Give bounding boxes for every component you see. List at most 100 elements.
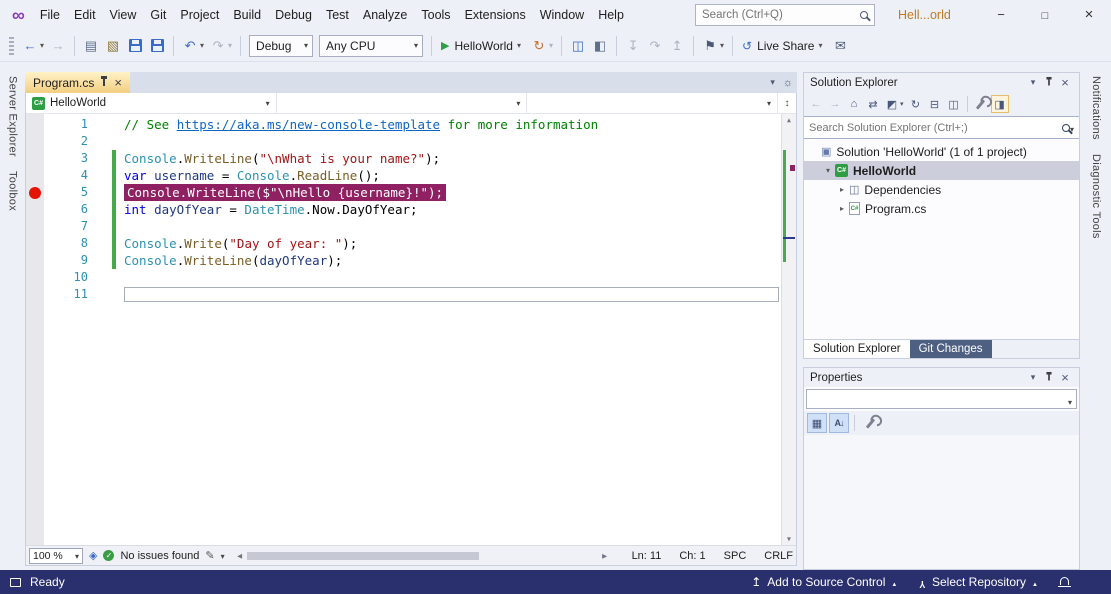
expander-icon[interactable]: ▸	[836, 185, 848, 194]
editor-settings-icon[interactable]	[783, 77, 793, 89]
menu-project[interactable]: Project	[173, 0, 226, 30]
window-menu-icon[interactable]	[1025, 77, 1041, 88]
glyph-margin-cell[interactable]	[26, 167, 44, 184]
notifications-bell-icon[interactable]	[1060, 575, 1069, 589]
tool-tab-toolbox[interactable]: Toolbox	[7, 171, 19, 211]
start-debugging-button[interactable]: ▶HelloWorld▾	[441, 39, 524, 53]
suggestion-pencil-icon[interactable]	[205, 549, 214, 562]
glyph-margin-cell[interactable]	[26, 201, 44, 218]
code-line-8[interactable]: 8Console.Write("Day of year: ");	[26, 235, 796, 252]
collapse-all-icon[interactable]: ⊟	[926, 95, 944, 113]
expander-icon[interactable]: ▾	[822, 166, 834, 175]
feedback-icon[interactable]: ✉	[830, 35, 850, 57]
solution-explorer-search-input[interactable]	[809, 122, 1058, 134]
zoom-dropdown[interactable]: 100 %	[29, 548, 83, 564]
undo-caret[interactable]: ▾	[200, 41, 204, 50]
code-text[interactable]: int dayOfYear = DateTime.Now.DayOfYear;	[124, 201, 779, 218]
line-ending-indicator[interactable]: CRLF	[764, 550, 793, 562]
glyph-margin-cell[interactable]	[26, 116, 44, 133]
code-text[interactable]: var username = Console.ReadLine();	[124, 167, 779, 184]
nav-back-icon[interactable]: ←	[20, 35, 40, 57]
tool-tab-notifications[interactable]: Notifications	[1090, 76, 1102, 140]
glyph-margin-cell[interactable]	[26, 269, 44, 286]
bookmark-caret[interactable]: ▾	[720, 41, 724, 50]
menu-tools[interactable]: Tools	[414, 0, 457, 30]
code-line-10[interactable]: 10	[26, 269, 796, 286]
code-text[interactable]	[124, 218, 779, 235]
show-all-files-icon[interactable]: ◫	[945, 95, 963, 113]
code-text[interactable]: Console.WriteLine("\nWhat is your name?"…	[124, 150, 779, 167]
tree-item-program-cs[interactable]: ▸C#Program.cs	[804, 199, 1079, 218]
pin-icon[interactable]	[1041, 78, 1057, 88]
tree-item-dependencies[interactable]: ▸◫Dependencies	[804, 180, 1079, 199]
redo-caret[interactable]: ▾	[228, 41, 232, 50]
solution-configurations-dropdown[interactable]: Debug▾	[249, 35, 313, 57]
menu-view[interactable]: View	[103, 0, 144, 30]
scroll-right-icon[interactable]	[600, 549, 610, 563]
step-over-icon[interactable]: ↷	[645, 35, 665, 57]
new-file-icon[interactable]: ▤	[81, 35, 101, 57]
menu-git[interactable]: Git	[143, 0, 173, 30]
tool-tab-diagnostic-tools[interactable]: Diagnostic Tools	[1090, 154, 1102, 239]
hot-reload-icon[interactable]: ↻	[529, 35, 549, 57]
code-line-4[interactable]: 4var username = Console.ReadLine();	[26, 167, 796, 184]
code-text[interactable]: // See https://aka.ms/new-console-templa…	[124, 116, 779, 133]
code-line-9[interactable]: 9Console.WriteLine(dayOfYear);	[26, 252, 796, 269]
background-tasks-icon[interactable]	[10, 578, 21, 587]
window-layout-icon[interactable]: ◧	[590, 35, 610, 57]
hot-reload-caret[interactable]: ▾	[549, 41, 553, 50]
scroll-left-icon[interactable]	[235, 549, 245, 563]
close-icon[interactable]	[1057, 75, 1073, 90]
code-editor[interactable]: 1// See https://aka.ms/new-console-templ…	[26, 114, 796, 545]
glyph-margin-cell[interactable]	[26, 218, 44, 235]
property-pages-icon[interactable]	[860, 413, 880, 433]
code-line-5[interactable]: 5Console.WriteLine($"\nHello {username}!…	[26, 184, 796, 201]
step-into-icon[interactable]: ↧	[623, 35, 643, 57]
live-preview-icon[interactable]: ◫	[568, 35, 588, 57]
scroll-down-icon[interactable]	[782, 535, 796, 543]
type-dropdown[interactable]	[277, 93, 528, 113]
menu-help[interactable]: Help	[591, 0, 631, 30]
solution-platforms-dropdown[interactable]: Any CPU▾	[319, 35, 423, 57]
indentation-indicator[interactable]: SPC	[724, 550, 747, 562]
properties-icon[interactable]	[972, 95, 990, 113]
undo-icon[interactable]: ↶	[180, 35, 200, 57]
tree-item-solution-helloworld-1-of-1-project[interactable]: ▣Solution 'HelloWorld' (1 of 1 project)	[804, 142, 1079, 161]
tab-program-cs[interactable]: Program.cs	[25, 72, 130, 93]
window-menu-icon[interactable]	[1025, 372, 1041, 383]
menu-debug[interactable]: Debug	[268, 0, 319, 30]
select-repository-button[interactable]: Select Repository	[919, 575, 1038, 589]
close-button[interactable]	[1067, 0, 1111, 30]
solution-explorer-search-box[interactable]	[804, 116, 1079, 139]
alphabetical-icon[interactable]: A↓	[829, 413, 849, 433]
glyph-margin-cell[interactable]	[26, 184, 44, 201]
menu-extensions[interactable]: Extensions	[458, 0, 533, 30]
quick-search-input[interactable]	[702, 9, 856, 21]
save-all-icon[interactable]	[147, 35, 167, 57]
solution-explorer-title-bar[interactable]: Solution Explorer	[804, 73, 1079, 92]
tool-tab-server-explorer[interactable]: Server Explorer	[7, 76, 19, 157]
home-icon[interactable]: ⌂	[845, 95, 863, 113]
code-text[interactable]	[124, 269, 779, 286]
code-line-11[interactable]: 11	[26, 286, 796, 303]
project-dropdown[interactable]: HelloWorld	[26, 93, 277, 113]
properties-title-bar[interactable]: Properties	[804, 368, 1079, 387]
panel-tab-solution-explorer[interactable]: Solution Explorer	[804, 340, 910, 358]
code-text[interactable]: Console.WriteLine($"\nHello {username}!"…	[124, 184, 779, 201]
code-line-6[interactable]: 6int dayOfYear = DateTime.Now.DayOfYear;	[26, 201, 796, 218]
breakpoint-icon[interactable]	[29, 187, 41, 199]
menu-edit[interactable]: Edit	[67, 0, 103, 30]
code-text[interactable]	[124, 133, 779, 150]
run-options-caret[interactable]: ▾	[517, 41, 521, 50]
scrollbar-thumb[interactable]	[247, 552, 479, 560]
close-tab-icon[interactable]	[114, 75, 122, 90]
redo-icon[interactable]: ↷	[208, 35, 228, 57]
live-share-button[interactable]: ↺Live Share▾	[742, 39, 825, 53]
menu-file[interactable]: File	[33, 0, 67, 30]
code-health-icon[interactable]	[89, 549, 97, 562]
code-text[interactable]: Console.WriteLine(dayOfYear);	[124, 252, 779, 269]
glyph-margin-cell[interactable]	[26, 133, 44, 150]
expander-icon[interactable]: ▸	[836, 204, 848, 213]
chevron-down-icon[interactable]	[221, 550, 225, 562]
pin-icon[interactable]	[103, 79, 105, 86]
